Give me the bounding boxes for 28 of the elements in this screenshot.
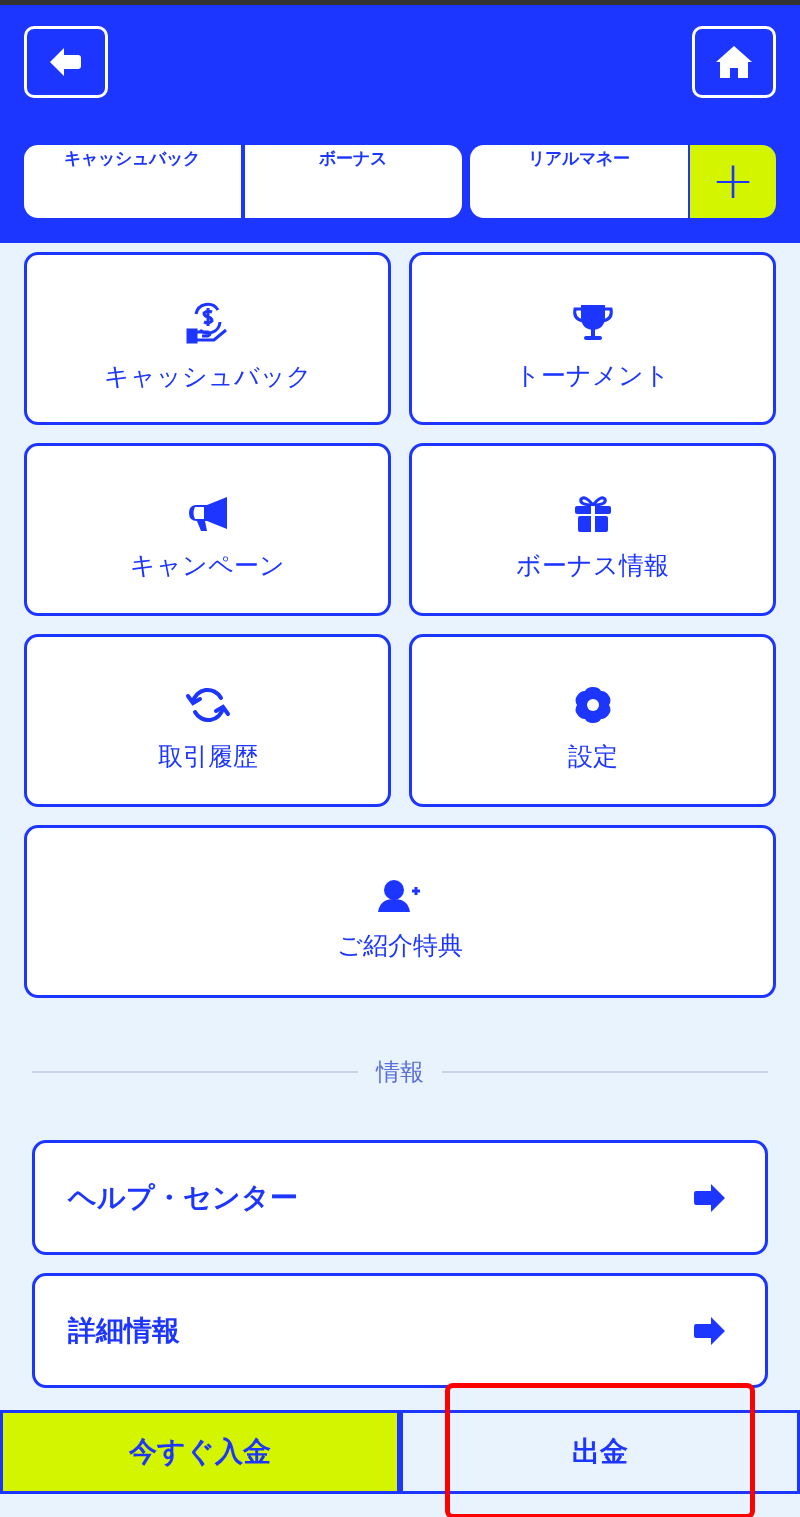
arrow-right-icon [693, 1182, 725, 1213]
megaphone-icon [186, 494, 229, 533]
add-button[interactable]: + [690, 145, 776, 218]
user-add-icon [378, 878, 422, 913]
balance-card: リアルマネー [469, 145, 688, 218]
deposit-button[interactable]: 今すぐ入金 [0, 1410, 403, 1494]
gift-icon [572, 494, 613, 533]
link-row[interactable]: 詳細情報 [32, 1273, 768, 1388]
trophy-icon [570, 302, 615, 343]
link-row[interactable]: ヘルプ・センター [32, 1140, 768, 1255]
menu-tile[interactable]: キャンペーン [24, 443, 391, 616]
menu-tile[interactable]: ご紹介特典 [24, 825, 776, 998]
balance-card: ボーナス [244, 145, 462, 218]
home-icon [716, 46, 752, 78]
withdraw-button[interactable]: 出金 [403, 1410, 800, 1494]
home-button[interactable] [692, 26, 776, 98]
refresh-icon [184, 685, 231, 724]
arrow-left-icon [50, 47, 82, 77]
arrow-right-icon [693, 1315, 725, 1346]
cash-hand-icon [185, 301, 230, 344]
back-button[interactable] [24, 26, 108, 98]
menu-tile[interactable]: トーナメント [409, 252, 776, 425]
menu-tile[interactable]: 取引履歴 [24, 634, 391, 807]
menu-tile[interactable]: 設定 [409, 634, 776, 807]
balance-card: キャッシュバック [24, 145, 241, 218]
menu-tile[interactable]: ボーナス情報 [409, 443, 776, 616]
menu-tile[interactable]: キャッシュバック [24, 252, 391, 425]
section-title: 情報 [376, 1057, 424, 1088]
